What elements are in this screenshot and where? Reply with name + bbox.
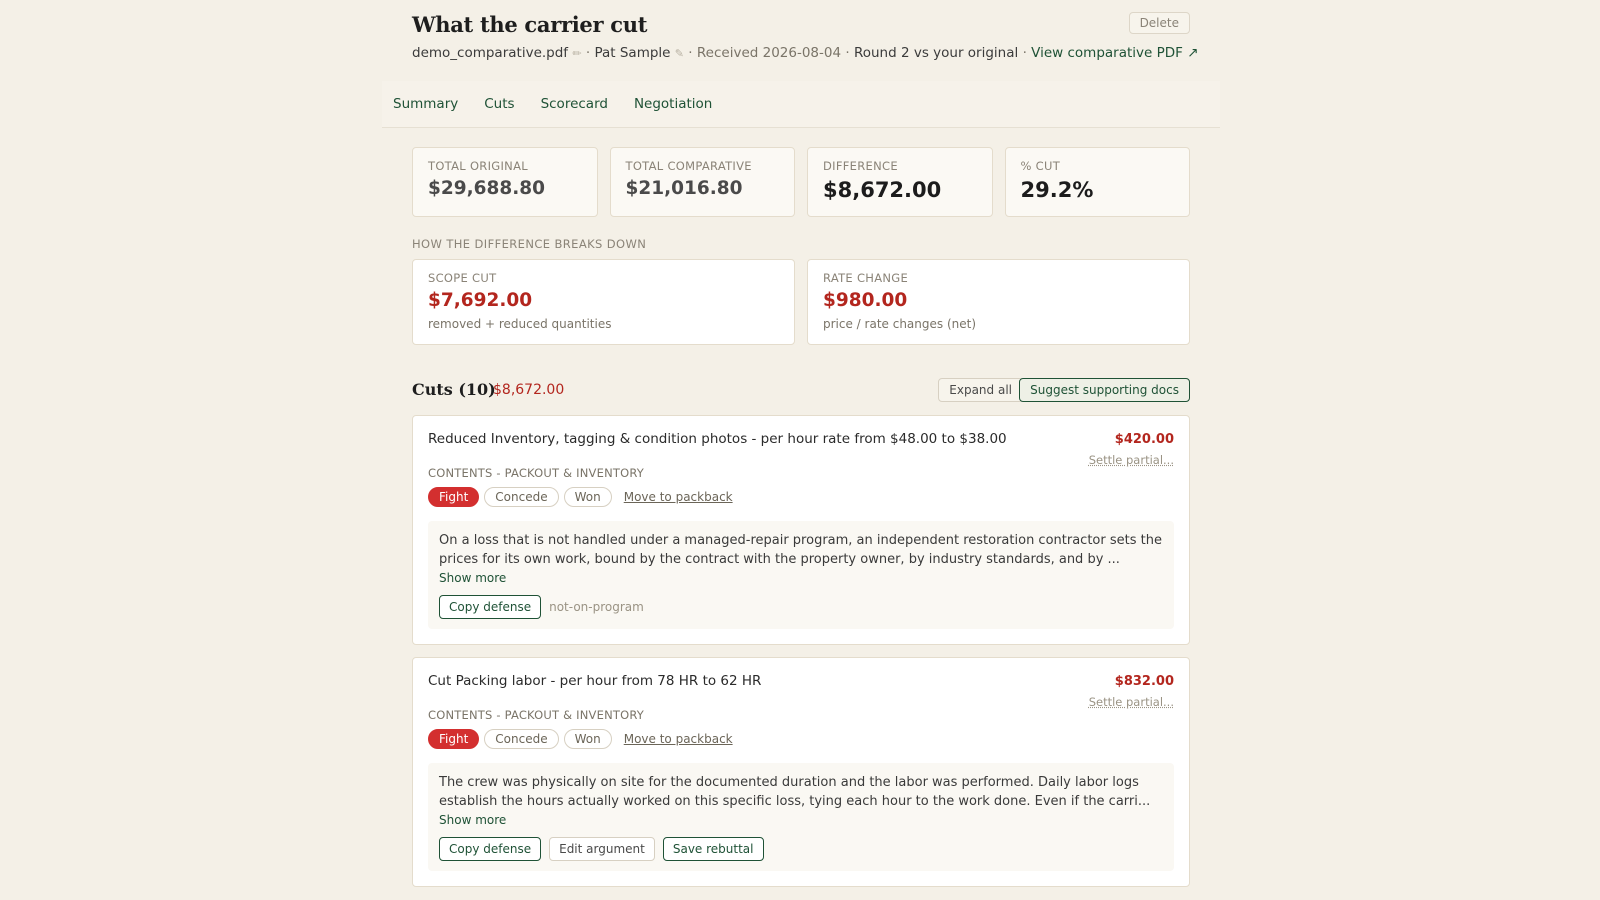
cut-amount: $832.00 xyxy=(1114,674,1174,689)
document-meta: demo_comparative.pdf ✏ · Pat Sample ✎ · … xyxy=(412,45,1199,65)
won-chip[interactable]: Won xyxy=(563,729,612,749)
breakdown-heading: HOW THE DIFFERENCE BREAKS DOWN xyxy=(412,237,647,251)
fight-chip[interactable]: Fight xyxy=(428,487,480,507)
show-more-link[interactable]: Show more xyxy=(439,813,1164,827)
separator: · xyxy=(688,45,693,61)
stat-label: DIFFERENCE xyxy=(823,159,898,173)
stat-cards: TOTAL ORIGINAL $29,688.80 TOTAL COMPARAT… xyxy=(412,147,1190,217)
cuts-title: Cuts (10) xyxy=(412,380,496,399)
owner-name: Pat Sample xyxy=(594,45,671,61)
title-row: What the carrier cut Delete xyxy=(412,0,1190,44)
move-to-packback-link[interactable]: Move to packback xyxy=(624,490,733,504)
received-date: Received 2026-08-04 xyxy=(696,45,842,61)
fight-chip[interactable]: Fight xyxy=(428,729,480,749)
edit-filename-icon[interactable]: ✏ xyxy=(572,47,581,60)
breakdown-label: SCOPE CUT xyxy=(428,271,497,285)
round-info: Round 2 vs your original xyxy=(853,45,1019,61)
cut-category: CONTENTS - PACKOUT & INVENTORY xyxy=(428,708,645,722)
cuts-total: $8,672.00 xyxy=(493,382,565,398)
breakdown-sub: price / rate changes (net) xyxy=(823,317,977,331)
stat-value: $29,688.80 xyxy=(428,178,546,199)
copy-defense-button[interactable]: Copy defense xyxy=(439,837,542,861)
edit-owner-icon[interactable]: ✎ xyxy=(675,47,684,60)
cut-description: Cut Packing labor - per hour from 78 HR … xyxy=(428,673,762,689)
stat-value: $21,016.80 xyxy=(625,178,743,199)
stat-value: $8,672.00 xyxy=(823,178,942,202)
status-chips: Fight Concede Won Move to packback xyxy=(428,729,1174,749)
defense-actions: Copy defense not-on-program xyxy=(439,595,1164,619)
breakdown-value: $7,692.00 xyxy=(428,290,533,311)
separator: · xyxy=(845,45,850,61)
separator: · xyxy=(1022,45,1027,61)
filename: demo_comparative.pdf xyxy=(412,45,569,61)
stat-total-original: TOTAL ORIGINAL $29,688.80 xyxy=(412,147,598,217)
page-title: What the carrier cut xyxy=(412,12,648,37)
defense-box: The crew was physically on site for the … xyxy=(428,763,1174,871)
tab-summary[interactable]: Summary xyxy=(393,96,458,112)
show-more-link[interactable]: Show more xyxy=(439,571,1164,585)
stat-label: TOTAL ORIGINAL xyxy=(428,159,528,173)
defense-actions: Copy defense Edit argument Save rebuttal xyxy=(439,837,1164,861)
breakdown-cards: SCOPE CUT $7,692.00 removed + reduced qu… xyxy=(412,259,1190,345)
view-comparative-pdf-link[interactable]: View comparative PDF ↗ xyxy=(1031,45,1198,61)
expand-all-button[interactable]: Expand all xyxy=(938,378,1023,402)
defense-text: The crew was physically on site for the … xyxy=(439,775,1151,809)
status-chips: Fight Concede Won Move to packback xyxy=(428,487,1174,507)
cut-category: CONTENTS - PACKOUT & INVENTORY xyxy=(428,466,645,480)
main-column: What the carrier cut Delete demo_compara… xyxy=(382,0,1220,887)
move-to-packback-link[interactable]: Move to packback xyxy=(624,732,733,746)
cuts-header: Cuts (10) $8,672.00 Expand all Suggest s… xyxy=(412,377,1190,403)
won-chip[interactable]: Won xyxy=(563,487,612,507)
stat-label: TOTAL COMPARATIVE xyxy=(625,159,752,173)
defense-box: On a loss that is not handled under a ma… xyxy=(428,521,1174,629)
tab-bar: Summary Cuts Scorecard Negotiation xyxy=(382,81,1220,128)
stat-label: % CUT xyxy=(1020,159,1061,173)
breakdown-label: RATE CHANGE xyxy=(823,271,909,285)
tab-negotiation[interactable]: Negotiation xyxy=(634,96,712,112)
separator: · xyxy=(585,45,591,61)
breakdown-rate-change: RATE CHANGE $980.00 price / rate changes… xyxy=(807,259,1190,345)
concede-chip[interactable]: Concede xyxy=(484,729,559,749)
copy-defense-button[interactable]: Copy defense xyxy=(439,595,542,619)
breakdown-value: $980.00 xyxy=(823,290,908,311)
breakdown-scope-cut: SCOPE CUT $7,692.00 removed + reduced qu… xyxy=(412,259,795,345)
edit-argument-button[interactable]: Edit argument xyxy=(549,837,655,861)
cut-card: Reduced Inventory, tagging & condition p… xyxy=(412,415,1190,645)
concede-chip[interactable]: Concede xyxy=(484,487,559,507)
suggest-supporting-docs-button[interactable]: Suggest supporting docs xyxy=(1019,378,1190,402)
delete-button[interactable]: Delete xyxy=(1128,12,1190,34)
tab-cuts[interactable]: Cuts xyxy=(484,96,514,112)
defense-text: On a loss that is not handled under a ma… xyxy=(439,533,1162,567)
cut-description: Reduced Inventory, tagging & condition p… xyxy=(428,431,1007,447)
save-rebuttal-button[interactable]: Save rebuttal xyxy=(662,837,764,861)
stat-percent-cut: % CUT 29.2% xyxy=(1004,147,1190,217)
breakdown-sub: removed + reduced quantities xyxy=(428,317,612,331)
stat-difference: DIFFERENCE $8,672.00 xyxy=(807,147,993,217)
cut-card: Cut Packing labor - per hour from 78 HR … xyxy=(412,657,1190,887)
cut-amount: $420.00 xyxy=(1114,432,1174,447)
stat-total-comparative: TOTAL COMPARATIVE $21,016.80 xyxy=(609,147,795,217)
tab-scorecard[interactable]: Scorecard xyxy=(541,96,608,112)
settle-partial-link[interactable]: Settle partial... xyxy=(1089,695,1174,709)
settle-partial-link[interactable]: Settle partial... xyxy=(1089,453,1174,467)
stat-value: 29.2% xyxy=(1020,178,1094,202)
defense-tag: not-on-program xyxy=(549,600,644,614)
